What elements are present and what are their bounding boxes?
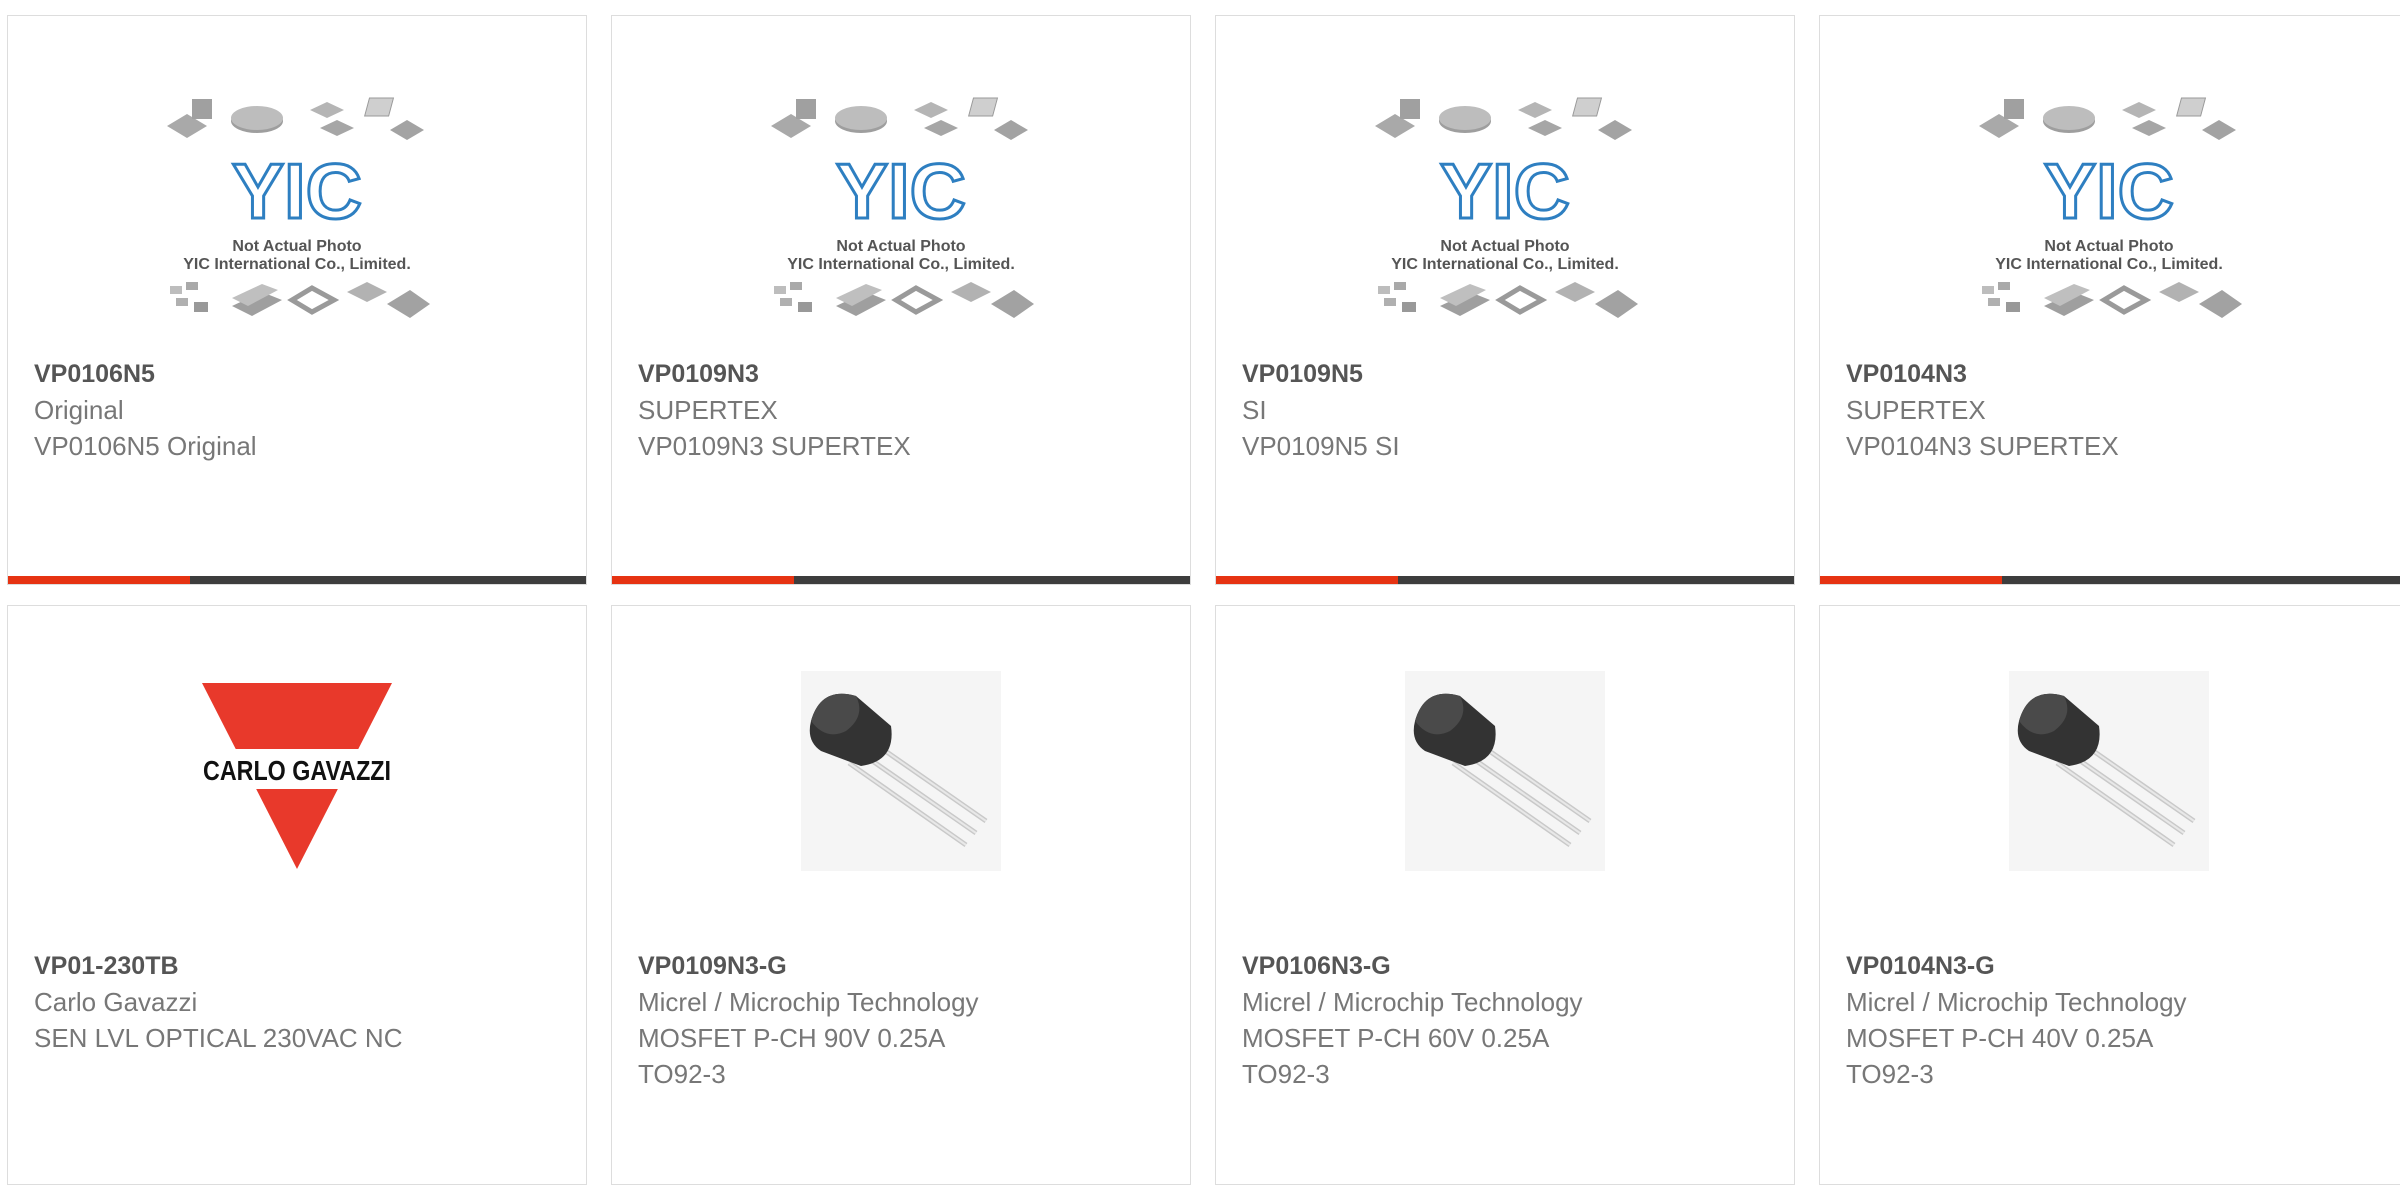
description: SEN LVL OPTICAL 230VAC NC bbox=[34, 1023, 403, 1053]
product-image[interactable]: CARLO GAVAZZI bbox=[8, 606, 586, 936]
svg-text:YIC International Co., Limited: YIC International Co., Limited. bbox=[1391, 256, 1619, 273]
description: VP0109N5 SI bbox=[1242, 431, 1400, 461]
svg-text:Not Actual Photo: Not Actual Photo bbox=[1440, 238, 1569, 255]
yic-placeholder-image: YIC Not Actual Photo YIC International C… bbox=[1374, 97, 1640, 326]
svg-text:Not Actual Photo: Not Actual Photo bbox=[232, 238, 361, 255]
svg-text:Not Actual Photo: Not Actual Photo bbox=[836, 238, 965, 255]
brand: SUPERTEX bbox=[1846, 395, 1986, 425]
description: VP0109N3 SUPERTEX bbox=[638, 431, 911, 461]
product-card[interactable]: CARLO GAVAZZI VP01-230TB Carlo Gavazzi S… bbox=[7, 605, 587, 1185]
brand: SUPERTEX bbox=[638, 395, 778, 425]
svg-text:YIC International Co., Limited: YIC International Co., Limited. bbox=[787, 256, 1015, 273]
product-card[interactable]: VP0109N3-G Micrel / Microchip Technology… bbox=[611, 605, 1191, 1185]
product-card[interactable]: YIC Not Actual Photo YIC International C… bbox=[7, 15, 587, 585]
card-footer-bar bbox=[612, 576, 1190, 584]
package: TO92-3 bbox=[1846, 1059, 1934, 1089]
package: TO92-3 bbox=[638, 1059, 726, 1089]
part-number[interactable]: VP0106N3-G bbox=[1242, 948, 1784, 984]
svg-text:YIC: YIC bbox=[836, 147, 966, 235]
package: TO92-3 bbox=[1242, 1059, 1330, 1089]
part-number[interactable]: VP0104N3-G bbox=[1846, 948, 2400, 984]
description: VP0104N3 SUPERTEX bbox=[1846, 431, 2119, 461]
product-image[interactable] bbox=[1820, 606, 2398, 936]
svg-text:YIC International Co., Limited: YIC International Co., Limited. bbox=[1995, 256, 2223, 273]
yic-placeholder-image: YIC Not Actual Photo YIC International C… bbox=[770, 97, 1036, 326]
product-image[interactable]: YIC Not Actual Photo YIC International C… bbox=[8, 16, 586, 346]
yic-placeholder-image: YIC Not Actual Photo YIC International C… bbox=[166, 97, 432, 326]
brand: Original bbox=[34, 395, 124, 425]
part-number[interactable]: VP0109N5 bbox=[1242, 356, 1784, 392]
description: VP0106N5 Original bbox=[34, 431, 257, 461]
svg-text:CARLO GAVAZZI: CARLO GAVAZZI bbox=[203, 755, 391, 786]
card-footer-bar bbox=[1216, 576, 1794, 584]
product-image[interactable]: YIC Not Actual Photo YIC International C… bbox=[612, 16, 1190, 346]
product-card[interactable]: VP0104N3-G Micrel / Microchip Technology… bbox=[1819, 605, 2400, 1185]
svg-text:YIC: YIC bbox=[2044, 147, 2174, 235]
svg-text:YIC: YIC bbox=[1440, 147, 1570, 235]
brand: Micrel / Microchip Technology bbox=[1846, 987, 2187, 1017]
brand: SI bbox=[1242, 395, 1267, 425]
product-image[interactable]: YIC Not Actual Photo YIC International C… bbox=[1820, 16, 2398, 346]
part-number[interactable]: VP0104N3 bbox=[1846, 356, 2400, 392]
part-number[interactable]: VP0109N3-G bbox=[638, 948, 1180, 984]
brand: Micrel / Microchip Technology bbox=[638, 987, 979, 1017]
product-image[interactable] bbox=[1216, 606, 1794, 936]
svg-text:Not Actual Photo: Not Actual Photo bbox=[2044, 238, 2173, 255]
description: MOSFET P-CH 90V 0.25A bbox=[638, 1023, 946, 1053]
part-number[interactable]: VP01-230TB bbox=[34, 948, 576, 984]
product-card[interactable]: YIC Not Actual Photo YIC International C… bbox=[1215, 15, 1795, 585]
product-card[interactable]: VP0106N3-G Micrel / Microchip Technology… bbox=[1215, 605, 1795, 1185]
product-image[interactable] bbox=[612, 606, 1190, 936]
svg-text:YIC: YIC bbox=[232, 147, 362, 235]
description: MOSFET P-CH 60V 0.25A bbox=[1242, 1023, 1550, 1053]
yic-placeholder-image: YIC Not Actual Photo YIC International C… bbox=[1978, 97, 2244, 326]
to92-transistor-image bbox=[1405, 671, 1605, 871]
to92-transistor-image bbox=[2009, 671, 2209, 871]
part-number[interactable]: VP0106N5 bbox=[34, 356, 576, 392]
svg-text:YIC International Co., Limited: YIC International Co., Limited. bbox=[183, 256, 411, 273]
card-footer-bar bbox=[1820, 576, 2400, 584]
carlo-gavazzi-logo: CARLO GAVAZZI bbox=[197, 683, 397, 869]
to92-transistor-image bbox=[801, 671, 1001, 871]
card-footer-bar bbox=[8, 576, 586, 584]
product-image[interactable]: YIC Not Actual Photo YIC International C… bbox=[1216, 16, 1794, 346]
product-card[interactable]: YIC Not Actual Photo YIC International C… bbox=[611, 15, 1191, 585]
brand: Carlo Gavazzi bbox=[34, 987, 198, 1017]
product-card[interactable]: YIC Not Actual Photo YIC International C… bbox=[1819, 15, 2400, 585]
brand: Micrel / Microchip Technology bbox=[1242, 987, 1583, 1017]
description: MOSFET P-CH 40V 0.25A bbox=[1846, 1023, 2154, 1053]
part-number[interactable]: VP0109N3 bbox=[638, 356, 1180, 392]
